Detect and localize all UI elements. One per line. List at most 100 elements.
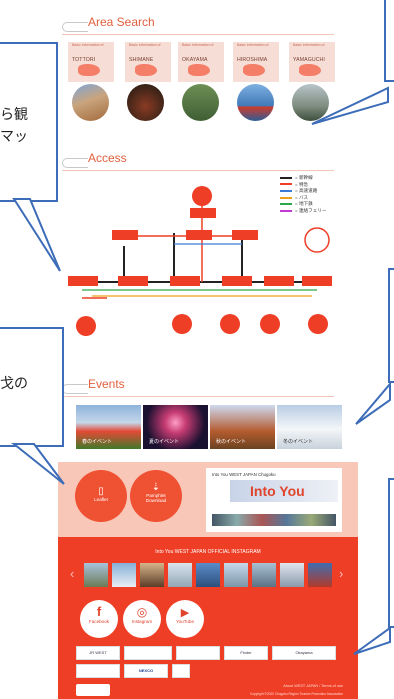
partner-banner-image[interactable]	[76, 664, 120, 678]
event-autumn[interactable]: 秋のイベント	[210, 405, 275, 449]
leaflet-label: Leaflet	[94, 497, 108, 502]
event-label: 冬のイベント	[283, 439, 314, 445]
instagram-link[interactable]: ◎ Instagram	[123, 600, 161, 638]
prefecture-map-icon	[299, 64, 321, 76]
heading-swoosh-icon	[62, 158, 88, 168]
access-header: Access	[62, 150, 334, 174]
tottori-photo[interactable]	[72, 84, 109, 121]
shimane-photo[interactable]	[127, 84, 164, 121]
callout-left-mid-tail	[11, 443, 65, 485]
download-icon: ⇣	[151, 482, 161, 493]
heading-rule	[62, 170, 334, 171]
area-search-header: Area Search	[62, 14, 334, 38]
instagram-label: Instagram	[131, 619, 153, 624]
legend-item: = 新幹線	[280, 175, 327, 182]
area-card-okayama[interactable]: Basic information of OKAYAMA	[178, 42, 224, 82]
area-card-caption: Basic information of	[182, 43, 214, 47]
footer-logo	[76, 684, 110, 696]
legend-item: = 高速道路	[280, 188, 327, 195]
prefecture-map-icon	[188, 64, 210, 76]
callout-right-top	[384, 0, 394, 82]
area-card-pref: YAMAGUCHI	[293, 57, 325, 63]
instagram-photo[interactable]	[252, 563, 276, 587]
area-card-hiroshima[interactable]: Basic information of HIROSHIMA	[233, 42, 279, 82]
event-summer[interactable]: 夏のイベント	[143, 405, 208, 449]
leaflet-button[interactable]: ▯ Leaflet	[75, 470, 127, 522]
into-you-subtitle: Into You WEST JAPAN Chugoku	[212, 472, 276, 477]
partner-banner[interactable]: Finder	[224, 646, 268, 660]
legend-item: = 地下鉄	[280, 201, 327, 208]
callout-right-bottom-tail	[353, 626, 391, 655]
document-icon: ▯	[98, 486, 104, 497]
partner-banner[interactable]: Okayama	[272, 646, 336, 660]
instagram-photo[interactable]	[196, 563, 220, 587]
events-title: Events	[88, 377, 125, 391]
instagram-photo[interactable]	[308, 563, 332, 587]
callout-left-top-text: ら観 マッ	[0, 106, 28, 144]
footer-links[interactable]: About WEST JAPAN / Terms of use	[238, 684, 343, 688]
event-winter[interactable]: 冬のイベント	[277, 405, 342, 449]
area-card-pref: OKAYAMA	[182, 57, 208, 63]
pamphlet-download-button[interactable]: ⇣ Pamphlet Download	[130, 470, 182, 522]
callout-left-mid: 戈の	[0, 327, 64, 447]
youtube-label: YouTube	[175, 619, 195, 624]
callout-right-bottom	[388, 478, 394, 628]
okayama-photo[interactable]	[182, 84, 219, 121]
callout-right-mid-tail	[355, 381, 391, 425]
partner-banner-image[interactable]	[124, 646, 172, 660]
carousel-prev-icon[interactable]: ‹	[70, 566, 74, 581]
events-header: Events	[62, 376, 334, 400]
heading-swoosh-icon	[62, 22, 88, 32]
area-card-caption: Basic information of	[72, 43, 104, 47]
event-label: 秋のイベント	[216, 439, 247, 445]
partner-banner[interactable]: JR WEST	[76, 646, 120, 660]
youtube-link[interactable]: ▶ YouTube	[166, 600, 204, 638]
area-card-caption: Basic information of	[237, 43, 269, 47]
partner-banner[interactable]: NEXCO	[124, 664, 168, 678]
prefecture-map-icon	[243, 64, 265, 76]
area-card-pref: SHIMANE	[129, 57, 154, 63]
prefecture-map-icon	[135, 64, 157, 76]
area-card-caption: Basic information of	[129, 43, 161, 47]
footer-copyright: Copyright ©2020 Chugoku Region Tourism P…	[249, 692, 343, 696]
access-legend: = 新幹線 = 特急 = 高速道路 = バス = 地下鉄 = 連絡フェリー	[280, 175, 327, 215]
instagram-photo[interactable]	[168, 563, 192, 587]
callout-left-top: ら観 マッ	[0, 42, 58, 202]
facebook-icon: f	[96, 604, 102, 619]
instagram-photo[interactable]	[84, 563, 108, 587]
heading-rule	[62, 34, 334, 35]
partner-banner-image[interactable]	[172, 664, 190, 678]
instagram-photo[interactable]	[224, 563, 248, 587]
into-you-thumbnails	[212, 514, 336, 526]
callout-left-top-tail	[12, 198, 61, 272]
into-you-title: Into You	[230, 480, 338, 502]
area-card-pref: TOTTORI	[72, 57, 96, 63]
access-title: Access	[88, 151, 127, 165]
heading-rule	[62, 396, 334, 397]
area-card-pref: HIROSHIMA	[237, 57, 268, 63]
facebook-link[interactable]: f Facebook	[80, 600, 118, 638]
youtube-icon: ▶	[180, 607, 190, 619]
prefecture-map-icon	[78, 64, 100, 76]
callout-right-mid	[388, 268, 394, 383]
area-card-shimane[interactable]: Basic information of SHIMANE	[125, 42, 171, 82]
download-label: Download	[145, 498, 167, 503]
carousel-next-icon[interactable]: ›	[339, 566, 343, 581]
legend-item: = 連絡フェリー	[280, 208, 327, 215]
event-spring[interactable]: 春のイベント	[76, 405, 141, 449]
area-search-title: Area Search	[88, 15, 155, 29]
partner-banner-image[interactable]	[176, 646, 220, 660]
into-you-banner[interactable]: Into You WEST JAPAN Chugoku Into You	[206, 468, 342, 532]
area-card-yamaguchi[interactable]: Basic information of YAMAGUCHI	[289, 42, 335, 82]
instagram-photo[interactable]	[280, 563, 304, 587]
instagram-photo[interactable]	[140, 563, 164, 587]
instagram-icon: ◎	[136, 605, 148, 619]
hiroshima-photo[interactable]	[237, 84, 274, 121]
facebook-label: Facebook	[88, 619, 110, 624]
instagram-photo[interactable]	[112, 563, 136, 587]
area-card-tottori[interactable]: Basic information of TOTTORI	[68, 42, 114, 82]
event-label: 春のイベント	[82, 439, 113, 445]
callout-left-mid-text: 戈の	[0, 375, 28, 391]
instagram-title: Into You WEST JAPAN OFFICIAL INSTAGRAM	[155, 549, 261, 555]
area-card-caption: Basic information of	[293, 43, 325, 47]
